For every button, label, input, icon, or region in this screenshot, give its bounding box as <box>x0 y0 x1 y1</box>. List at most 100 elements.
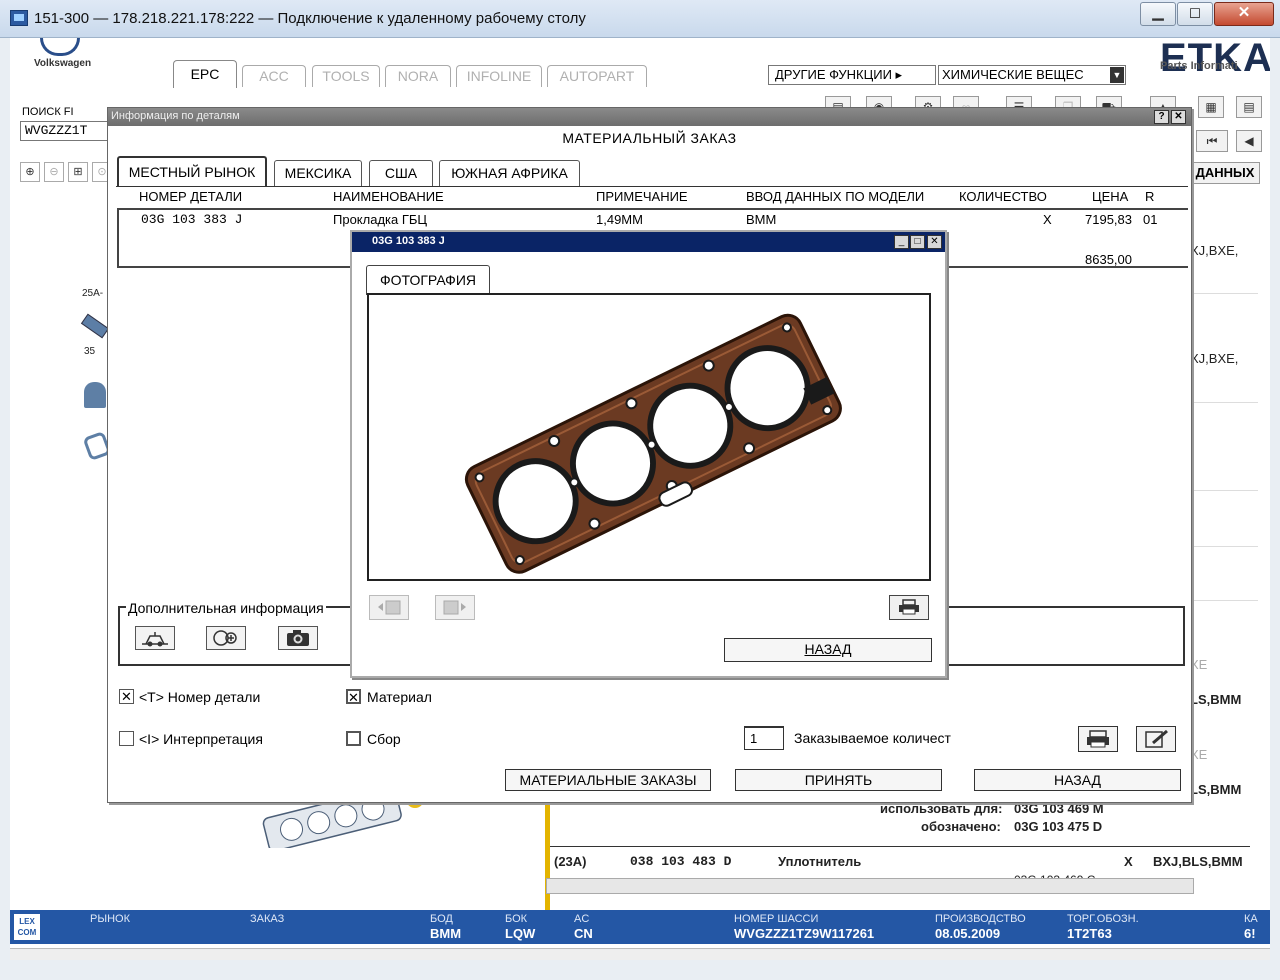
camera-icon[interactable] <box>278 626 318 650</box>
search-label: ПОИСК FI <box>22 106 74 118</box>
chevron-down-icon[interactable]: ▼ <box>1110 67 1124 83</box>
tab-acc[interactable]: ACC <box>242 65 306 87</box>
toolbar-page-icon[interactable]: ▤ <box>1236 96 1262 118</box>
designated-value: 03G 103 475 D <box>1014 819 1103 834</box>
brand-label: Volkswagen <box>34 58 92 69</box>
status-bar: LEX COM РЫНОК ЗАКАЗ БОД BMM БОК LQW AC C… <box>10 910 1270 944</box>
tab-south-africa[interactable]: ЮЖНАЯ АФРИКА <box>439 160 580 186</box>
add-circle-icon[interactable] <box>206 626 246 650</box>
zoom-in-icon[interactable]: ⊕ <box>20 162 40 182</box>
col-part-number: НОМЕР ДЕТАЛИ <box>139 189 243 204</box>
diagram-label: 25A- <box>82 288 104 299</box>
interpretation-check-label: <I> Интерпретация <box>139 731 263 747</box>
diagram-part-icon[interactable] <box>84 382 106 408</box>
photo-dialog-titlebar[interactable]: 03G 103 383 J _ □ ✕ <box>352 232 945 252</box>
functions-select-value: ХИМИЧЕСКИЕ ВЕЩЕС <box>942 67 1084 82</box>
edit-note-icon[interactable] <box>1136 726 1176 752</box>
zoom-out-icon[interactable]: ⊖ <box>44 162 64 182</box>
col-model: ВВОД ДАННЫХ ПО МОДЕЛИ <box>746 189 925 204</box>
tab-autopart[interactable]: AUTOPART <box>547 65 647 87</box>
maximize-icon[interactable]: □ <box>910 235 925 249</box>
status-engine-label: БОД <box>430 913 453 925</box>
search-input[interactable]: WVGZZZ1T <box>20 121 110 141</box>
horizontal-scrollbar[interactable] <box>546 878 1194 894</box>
other-functions-menu[interactable]: ДРУГИЕ ФУНКЦИИ ▸ <box>768 65 936 85</box>
status-order-label: ЗАКАЗ <box>250 913 285 925</box>
cell-model: BMM <box>746 212 777 227</box>
order-quantity-input[interactable]: 1 <box>744 726 784 750</box>
cell-name: Прокладка ГБЦ <box>333 212 428 227</box>
tab-local-market[interactable]: МЕСТНЫЙ РЫНОК <box>117 156 267 187</box>
status-ac-value: CN <box>574 926 593 941</box>
back-button[interactable]: НАЗАД <box>974 769 1181 791</box>
material-orders-button[interactable]: МАТЕРИАЛЬНЫЕ ЗАКАЗЫ <box>505 769 711 791</box>
print-icon[interactable] <box>1078 726 1118 752</box>
photo-back-button[interactable]: НАЗАД <box>724 638 932 662</box>
status-gearbox-value: LQW <box>505 926 536 941</box>
row-qty: X <box>1124 854 1133 869</box>
accept-button[interactable]: ПРИНЯТЬ <box>735 769 942 791</box>
print-icon[interactable] <box>889 595 929 620</box>
status-market-label: РЫНОК <box>90 913 130 925</box>
close-button[interactable]: ✕ <box>1214 2 1274 26</box>
volkswagen-logo-icon <box>40 38 80 56</box>
window-title: 151-300 — 178.218.221.178:222 — Подключе… <box>34 10 586 27</box>
help-icon[interactable]: ? <box>1154 110 1169 124</box>
prev-page-icon[interactable]: ◀ <box>1236 130 1262 152</box>
next-photo-icon[interactable] <box>435 595 475 620</box>
designated-label: обозначено: <box>921 819 1001 834</box>
scale-icon[interactable] <box>135 626 175 650</box>
order-quantity-label: Заказываемое количест <box>794 730 951 746</box>
minimize-button[interactable]: ▁ <box>1140 2 1176 26</box>
status-chassis-label: НОМЕР ШАССИ <box>734 913 819 925</box>
interpretation-checkbox[interactable] <box>119 731 134 746</box>
material-check-label: Материал <box>367 689 432 705</box>
functions-select[interactable]: ХИМИЧЕСКИЕ ВЕЩЕС ▼ <box>938 65 1126 85</box>
cell-price: 7195,83 <box>1085 212 1132 227</box>
tab-tools[interactable]: TOOLS <box>312 65 380 87</box>
row-part-name: Уплотнитель <box>778 854 862 869</box>
status-gearbox-label: БОК <box>505 913 528 925</box>
minimize-icon[interactable]: _ <box>894 235 909 249</box>
additional-info-title: Дополнительная информация <box>126 600 326 616</box>
zoom-fit-icon[interactable]: ⊞ <box>68 162 88 182</box>
photo-dialog-title: 03G 103 383 J <box>372 235 445 247</box>
dialog-heading: МАТЕРИАЛЬНЫЙ ЗАКАЗ <box>562 130 737 146</box>
status-production-label: ПРОИЗВОДСТВО <box>935 913 1026 925</box>
close-icon[interactable]: ✕ <box>1171 110 1186 124</box>
col-name: НАИМЕНОВАНИЕ <box>333 189 444 204</box>
tab-photo[interactable]: ФОТОГРАФИЯ <box>366 265 490 295</box>
toolbar-pages-icon[interactable]: ▦ <box>1198 96 1224 118</box>
maximize-button[interactable]: ◻ <box>1177 2 1213 26</box>
cell-note: 1,49MM <box>596 212 643 227</box>
model-codes: XJ,BXE, <box>1190 243 1239 258</box>
tab-epc[interactable]: EPC <box>173 60 237 88</box>
dialog-titlebar[interactable]: Информация по деталям ? ✕ <box>108 108 1191 126</box>
tab-mexico[interactable]: МЕКСИКА <box>274 160 362 186</box>
model-codes: XE <box>1190 657 1208 672</box>
model-codes: XJ,BXE, <box>1190 351 1239 366</box>
first-page-icon[interactable]: ⏮ <box>1196 130 1228 152</box>
remote-desktop-icon <box>10 10 28 26</box>
tab-usa[interactable]: США <box>369 160 433 186</box>
use-for-label: использовать для: <box>880 801 1003 816</box>
col-quantity: КОЛИЧЕСТВО <box>959 189 1047 204</box>
material-checkbox[interactable]: ✕ <box>346 689 361 704</box>
close-icon[interactable]: ✕ <box>927 235 942 249</box>
cell-part-number[interactable]: 03G 103 383 J <box>141 212 242 227</box>
part-number-checkbox[interactable]: ✕ <box>119 689 134 704</box>
prev-photo-icon[interactable] <box>369 595 409 620</box>
assembly-checkbox[interactable] <box>346 731 361 746</box>
use-for-value: 03G 103 469 M <box>1014 801 1104 816</box>
cell-r: 01 <box>1143 212 1158 227</box>
model-codes: XE <box>1190 747 1208 762</box>
status-trade-value: 1T2T63 <box>1067 926 1112 941</box>
model-codes: LS,BMM <box>1190 782 1242 797</box>
dialog-title: Информация по деталям <box>111 110 240 122</box>
diagram-part-icon[interactable] <box>80 313 110 339</box>
tab-infoline[interactable]: INFOLINE <box>456 65 542 87</box>
row-part-number[interactable]: 038 103 483 D <box>630 854 731 869</box>
bottom-scrollbar[interactable] <box>10 948 1270 960</box>
tab-nora[interactable]: NORA <box>385 65 451 87</box>
assembly-check-label: Сбор <box>367 731 401 747</box>
